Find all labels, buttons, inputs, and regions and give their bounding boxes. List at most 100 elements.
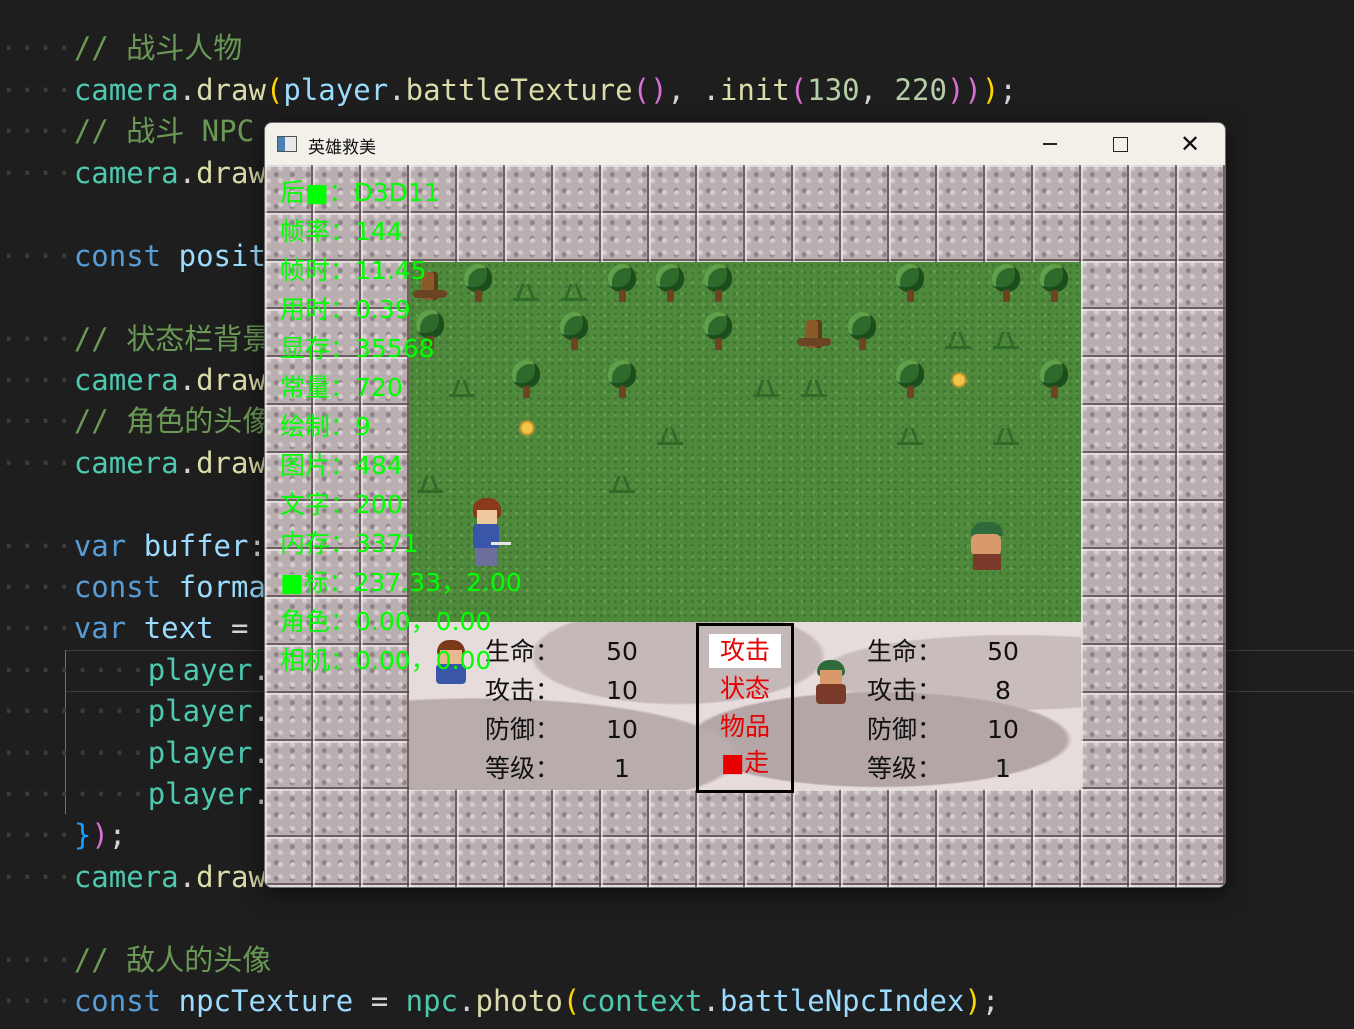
minimize-button[interactable] — [1015, 123, 1085, 165]
code-line[interactable]: ····camera.draw — [0, 443, 266, 484]
debug-fps: 帧率：144 — [280, 212, 522, 251]
code-token: player — [147, 777, 253, 811]
code-line[interactable]: ····camera.draw — [0, 857, 266, 898]
code-token: draw — [196, 446, 266, 480]
tree — [1037, 264, 1071, 304]
code-line[interactable]: ········player. — [0, 774, 270, 815]
tree-stump — [797, 314, 831, 350]
tree — [701, 312, 735, 352]
stat-value: 1 — [995, 754, 1011, 783]
debug-memory: 内存：3371 — [280, 524, 522, 563]
stat-value: 50 — [606, 637, 638, 666]
code-token: () — [632, 73, 668, 107]
debug-backend: 后■：D3D11 — [280, 173, 522, 212]
debug-label: 显存： — [280, 334, 356, 363]
code-line[interactable]: ····const forma — [0, 567, 266, 608]
code-token: ; — [981, 984, 1000, 1018]
debug-camera: 相机：0.00，0.00 — [280, 641, 522, 680]
debug-label: 相机： — [280, 646, 356, 675]
code-token: camera — [73, 73, 179, 107]
whitespace-marker: ···· — [0, 114, 74, 148]
code-token: player — [147, 694, 253, 728]
code-line[interactable]: ····}); — [0, 815, 126, 856]
code-token: ) — [981, 73, 1000, 107]
grass-tuft — [609, 474, 635, 493]
debug-draw-calls: 绘制：9 — [280, 407, 522, 446]
tree — [701, 264, 735, 304]
stat-label: 等级： — [485, 754, 561, 783]
stat-value: 8 — [995, 676, 1011, 705]
code-token: = — [213, 611, 249, 645]
whitespace-marker: ········ — [0, 694, 148, 728]
grass-tuft — [993, 426, 1019, 445]
whitespace-marker: ········ — [0, 736, 148, 770]
code-line[interactable]: ····// 状态栏背景 — [0, 319, 271, 360]
debug-value: D3D11 — [353, 178, 440, 207]
grass-tuft — [657, 426, 683, 445]
debug-vram: 显存：35568 — [280, 329, 522, 368]
code-token: camera — [73, 363, 179, 397]
grass-tuft — [897, 426, 923, 445]
debug-label: 帧率： — [280, 217, 356, 246]
enemy-stat-row: 等级： 1 — [867, 749, 1027, 788]
code-line[interactable]: ········player. — [0, 733, 270, 774]
close-button[interactable]: ✕ — [1155, 123, 1225, 165]
code-token: ) — [91, 818, 109, 852]
menu-status[interactable]: 状态 — [709, 672, 781, 706]
tree — [605, 360, 639, 400]
maximize-button[interactable] — [1085, 123, 1155, 165]
code-line[interactable]: ····const posit — [0, 236, 266, 277]
whitespace-marker: ···· — [0, 611, 74, 645]
code-token: = — [353, 984, 406, 1018]
stat-label: 生命： — [867, 637, 943, 666]
enemy-sprite — [965, 522, 1009, 572]
debug-value: 484 — [355, 451, 403, 480]
code-token: const — [73, 984, 162, 1018]
stat-value: 10 — [606, 676, 638, 705]
debug-used-time: 用时：0.39 — [280, 290, 522, 329]
code-token: draw — [196, 860, 266, 894]
menu-items[interactable]: 物品 — [709, 710, 781, 744]
code-line[interactable]: ····// 角色的头像 — [0, 401, 271, 442]
debug-value: 237.33，2.00 — [353, 568, 522, 597]
code-token: , — [859, 73, 895, 107]
code-token: battleTexture — [405, 73, 633, 107]
debug-cursor: ■标：237.33，2.00 — [280, 563, 522, 602]
code-token: // 敌人的头像 — [73, 943, 272, 977]
code-line[interactable]: ········player. — [0, 650, 270, 691]
code-line[interactable]: ····// 战斗 NPC — [0, 111, 254, 152]
code-line[interactable]: ····camera.draw — [0, 153, 266, 194]
code-line[interactable]: ····// 战斗人物 — [0, 28, 242, 69]
code-line[interactable]: ····// 敌人的头像 — [0, 940, 271, 981]
tree — [845, 312, 879, 352]
whitespace-marker: ···· — [0, 73, 74, 107]
tree — [989, 264, 1023, 304]
code-line[interactable]: ····const npcTexture = npc.photo(context… — [0, 981, 999, 1022]
code-token: draw — [196, 73, 266, 107]
menu-flee[interactable]: ■走 — [709, 746, 781, 780]
code-line[interactable]: ····camera.draw(player.battleTexture(), … — [0, 70, 1017, 111]
code-token: camera — [73, 446, 179, 480]
code-line[interactable]: ····camera.draw — [0, 360, 266, 401]
code-line[interactable]: ····var buffer: — [0, 526, 266, 567]
code-token: npc — [405, 984, 459, 1018]
debug-label: 角色： — [280, 607, 356, 636]
code-token: posit — [178, 239, 266, 273]
game-canvas[interactable]: 生命： 50 攻击： 10 防御： 10 等级： 1 攻击 状态 物品 ■走 生命： 50… — [265, 165, 1225, 887]
code-token: . — [178, 446, 197, 480]
menu-attack[interactable]: 攻击 — [709, 634, 781, 668]
debug-character: 角色：0.00，0.00 — [280, 602, 522, 641]
code-token: // 角色的头像 — [73, 404, 272, 438]
enemy-stat-row: 生命： 50 — [867, 632, 1027, 671]
debug-value: 144 — [355, 217, 403, 246]
debug-label: 文字： — [280, 490, 356, 519]
code-token: . — [702, 984, 720, 1018]
code-token: photo — [475, 984, 563, 1018]
game-window[interactable]: 英雄救美 ✕ 生命： 50 攻击： 10 防御： 10 等级： 1 攻击 状态 … — [264, 122, 1226, 888]
code-token: . — [178, 860, 197, 894]
grass-tuft — [753, 378, 779, 397]
title-bar[interactable]: 英雄救美 ✕ — [265, 123, 1225, 165]
code-line[interactable]: ····var text = — [0, 608, 248, 649]
code-line[interactable]: ········player. — [0, 691, 270, 732]
